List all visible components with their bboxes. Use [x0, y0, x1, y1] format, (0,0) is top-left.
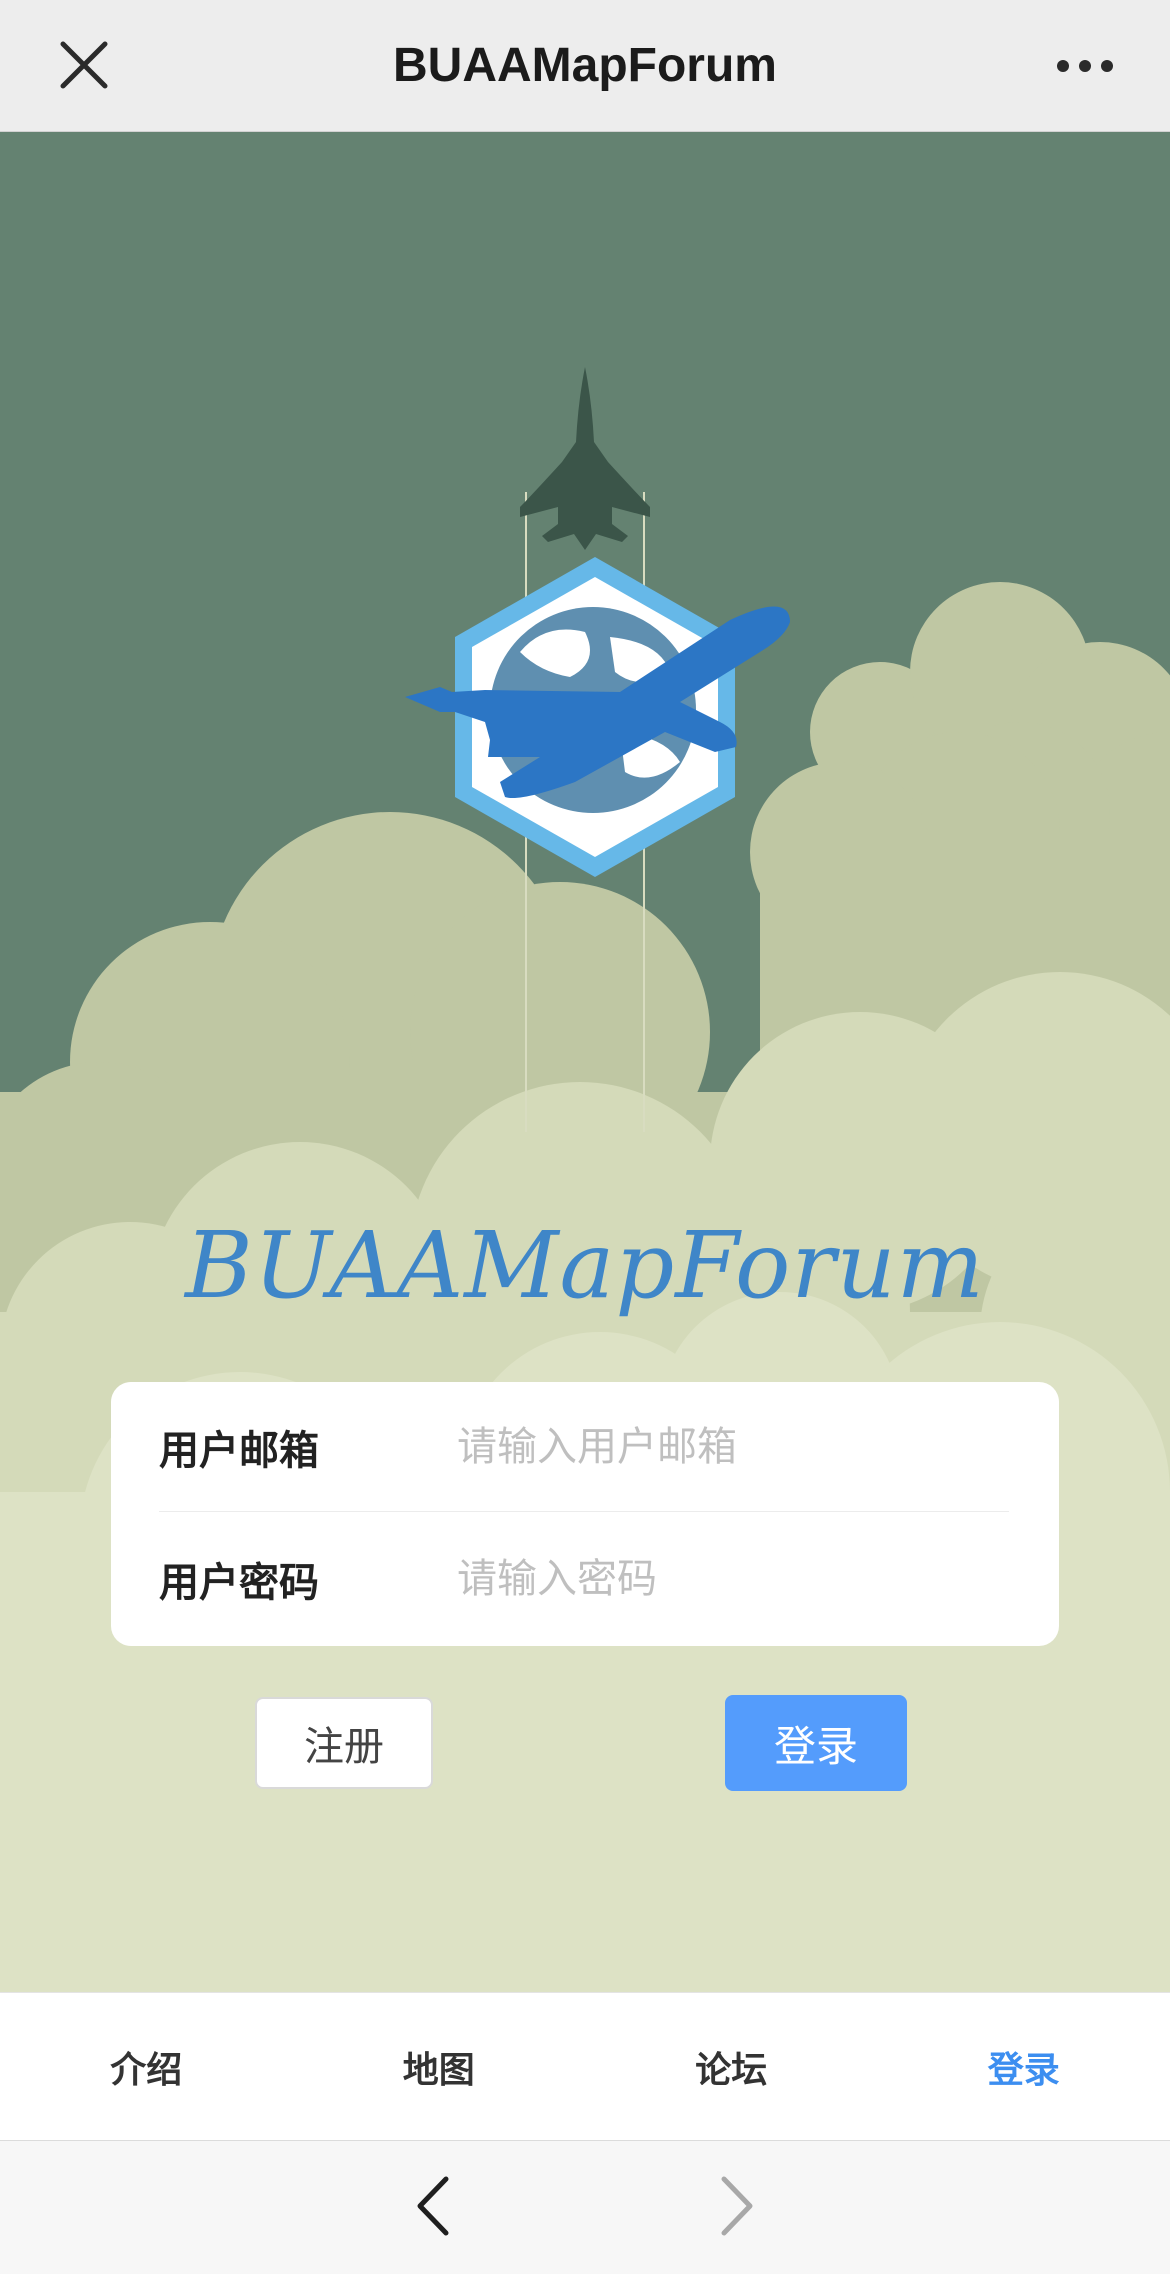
register-button[interactable]: 注册 [255, 1697, 433, 1789]
email-row: 用户邮箱 [159, 1382, 1009, 1512]
browser-nav-bar [0, 2140, 1170, 2274]
password-field[interactable] [457, 1556, 1009, 1602]
more-dots-icon[interactable] [1040, 34, 1130, 98]
chevron-left-icon[interactable] [400, 2171, 470, 2241]
page-title: BUAAMapForum [393, 39, 777, 92]
tab-intro[interactable]: 介绍 [0, 1993, 293, 2140]
password-label: 用户密码 [159, 1560, 319, 1606]
close-icon[interactable] [50, 28, 118, 102]
hero-banner: BUAAMapForum [0, 132, 1170, 1992]
email-label: 用户邮箱 [159, 1427, 319, 1474]
brand-wordmark: BUAAMapForum [185, 1212, 985, 1319]
title-bar: BUAAMapForum [0, 0, 1170, 132]
bottom-tab-bar: 介绍 地图 论坛 登录 [0, 1992, 1170, 2140]
cloud-background [0, 367, 1170, 1992]
tab-login[interactable]: 登录 [878, 1993, 1170, 2140]
chevron-right-icon[interactable] [700, 2171, 770, 2241]
email-field[interactable] [457, 1423, 1009, 1470]
fighter-jet-silhouette [520, 367, 650, 550]
login-button[interactable]: 登录 [725, 1695, 907, 1791]
tab-map[interactable]: 地图 [293, 1993, 586, 2140]
login-form-card: 用户邮箱 用户密码 [111, 1382, 1059, 1646]
password-row: 用户密码 [159, 1514, 1009, 1644]
tab-forum[interactable]: 论坛 [585, 1993, 878, 2140]
